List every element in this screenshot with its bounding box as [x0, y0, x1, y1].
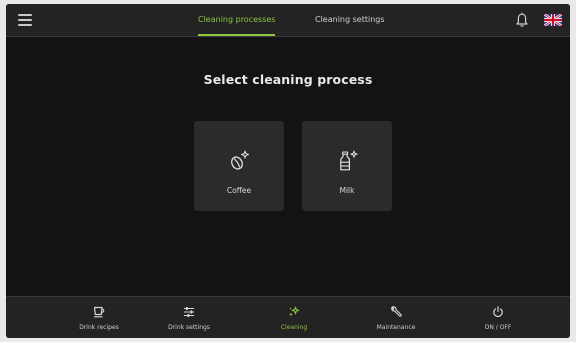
tab-label: Cleaning settings [315, 15, 385, 24]
milk-cleaning-button[interactable]: Milk [302, 121, 392, 211]
coffee-cleaning-button[interactable]: Coffee [194, 121, 284, 211]
nav-label: Drink recipes [79, 324, 119, 331]
tab-cleaning-processes[interactable]: Cleaning processes [198, 4, 276, 36]
tab-cleaning-settings[interactable]: Cleaning settings [315, 4, 385, 36]
sparkle-icon [289, 306, 300, 317]
top-bar: Cleaning processes Cleaning settings [6, 4, 570, 37]
nav-label: ON / OFF [484, 324, 512, 331]
cup-icon [93, 306, 105, 318]
coffee-bean-sparkle-icon [231, 150, 249, 170]
milk-bottle-sparkle-icon [340, 150, 358, 171]
coffee-label: Coffee [226, 186, 252, 195]
nav-item-on-off[interactable]: ON / OFF [453, 297, 543, 338]
nav-label: Drink settings [168, 324, 210, 331]
milk-label: Milk [339, 186, 355, 195]
app-screen: Cleaning processes Cleaning settings Sel… [6, 4, 570, 338]
page-title: Select cleaning process [203, 72, 373, 87]
sliders-icon [184, 307, 194, 317]
tab-bar: Cleaning processes Cleaning settings [6, 4, 570, 36]
wrench-icon [391, 306, 402, 317]
nav-label: Cleaning [280, 324, 308, 331]
nav-item-drink-recipes[interactable]: Drink recipes [54, 297, 144, 338]
nav-label: Maintenance [376, 324, 416, 331]
tab-label: Cleaning processes [198, 15, 276, 24]
bottom-navigation: Drink recipes Drink settings Cleaning Ma… [6, 296, 570, 338]
nav-item-maintenance[interactable]: Maintenance [351, 297, 441, 338]
active-tab-indicator [198, 34, 276, 36]
power-icon [493, 306, 503, 318]
bell-icon[interactable] [515, 12, 529, 28]
nav-item-drink-settings[interactable]: Drink settings [144, 297, 234, 338]
nav-item-cleaning[interactable]: Cleaning [249, 297, 339, 338]
uk-flag-icon[interactable] [544, 14, 562, 26]
